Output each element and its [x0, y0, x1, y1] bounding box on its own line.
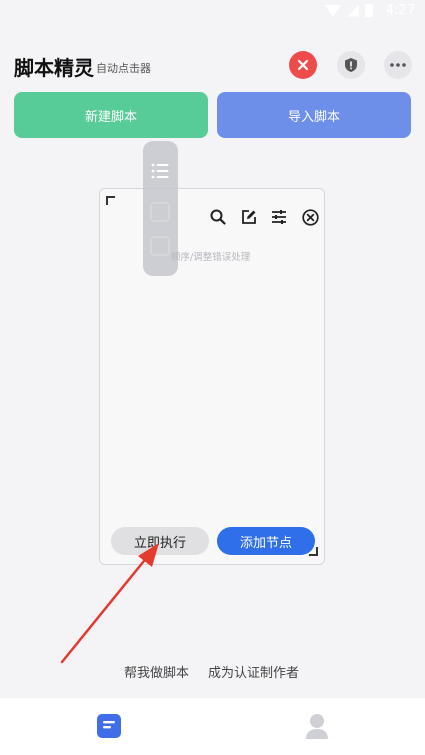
execute-now-button[interactable]: 立即执行 [111, 527, 209, 555]
search-icon [210, 209, 226, 225]
shield-icon [345, 58, 357, 72]
close-icon [297, 59, 309, 71]
more-dots-icon [390, 63, 406, 67]
edit-icon [242, 210, 256, 224]
status-time: 4:27 [385, 3, 415, 18]
panel-hint: 顺序/调整错误处理 [171, 252, 251, 263]
import-script-button[interactable]: 导入脚本 [217, 92, 411, 138]
become-author-link[interactable]: 成为认证制作者 [208, 662, 299, 681]
status-bar: 4:27 [0, 0, 425, 24]
toolbar-target-icon[interactable] [150, 202, 170, 222]
resize-handle-top-left[interactable] [106, 196, 115, 205]
new-script-button[interactable]: 新建脚本 [14, 92, 208, 138]
wifi-icon [325, 4, 341, 17]
cell-signal-icon [347, 4, 359, 17]
edit-button[interactable] [238, 206, 260, 228]
nav-scripts-icon[interactable] [97, 714, 121, 738]
settings-button[interactable] [268, 206, 290, 228]
close-panel-button[interactable] [299, 206, 321, 228]
nav-profile-icon[interactable] [304, 712, 330, 740]
shield-button[interactable] [337, 51, 365, 79]
battery-icon [365, 4, 373, 17]
close-circle-icon [301, 208, 319, 226]
add-node-button[interactable]: 添加节点 [217, 527, 315, 555]
toolbar-record-icon[interactable] [150, 236, 170, 256]
status-icons [325, 4, 373, 17]
app-subtitle: 自动点击器 [96, 62, 151, 75]
close-button[interactable] [289, 51, 317, 79]
sliders-icon [272, 210, 286, 224]
help-make-script-link[interactable]: 帮我做脚本 [124, 662, 189, 681]
script-panel [99, 188, 325, 565]
app-title: 脚本精灵 [14, 56, 94, 80]
bottom-nav [0, 698, 425, 755]
more-button[interactable] [384, 51, 412, 79]
search-button[interactable] [207, 206, 229, 228]
list-icon[interactable] [150, 161, 170, 181]
